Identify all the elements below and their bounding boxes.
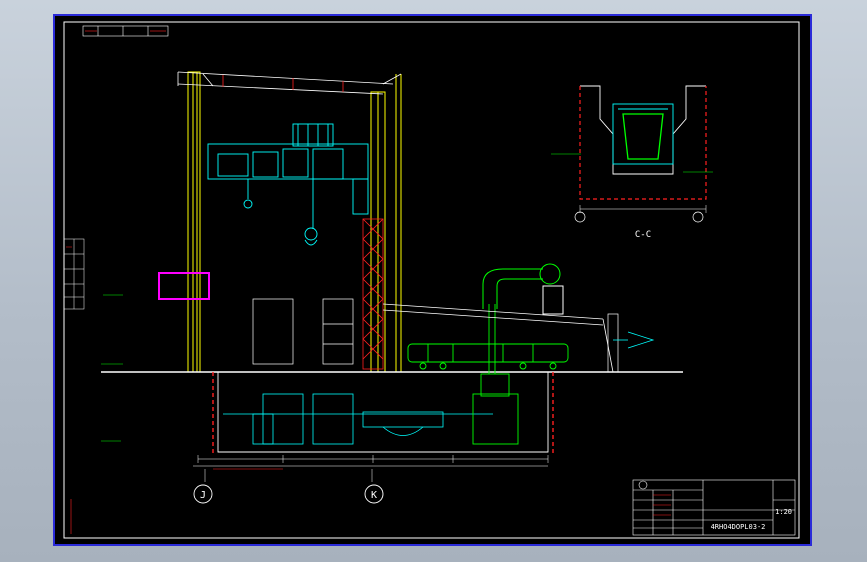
pump-assembly [472, 304, 519, 445]
left-side-strip [63, 238, 85, 534]
drawing-number: 4RHO4DOPL03-2 [711, 523, 766, 531]
foundation-pit [193, 371, 554, 470]
lattice-column [362, 218, 384, 370]
axis-bubble-j: J [193, 484, 213, 504]
dimensions-bottom [197, 455, 549, 482]
drawing-sheet: J K C-C 1:20 4RHO4DOPL03-2 [53, 14, 812, 546]
level-markers-left [101, 294, 123, 442]
cad-drawing: J K C-C 1:20 4RHO4DOPL03-2 [53, 14, 812, 546]
axis-bubble-k-label: K [371, 490, 377, 501]
inlet-funnel [613, 331, 655, 349]
pit-equipment [223, 393, 493, 445]
crane-portal [187, 71, 402, 373]
inner-frame [63, 21, 800, 539]
outer-frame [53, 14, 812, 546]
crane-beam [177, 71, 402, 95]
mixer-tank [407, 343, 569, 370]
section-cc [551, 85, 713, 223]
section-label: C-C [635, 230, 651, 240]
highlight-box [158, 272, 210, 300]
axis-bubble-k: K [364, 484, 384, 504]
crane-trolley [207, 123, 369, 246]
top-left-stamp [82, 25, 169, 37]
scale-text: 1:20 [775, 508, 792, 516]
axis-bubble-j-label: J [200, 490, 206, 501]
